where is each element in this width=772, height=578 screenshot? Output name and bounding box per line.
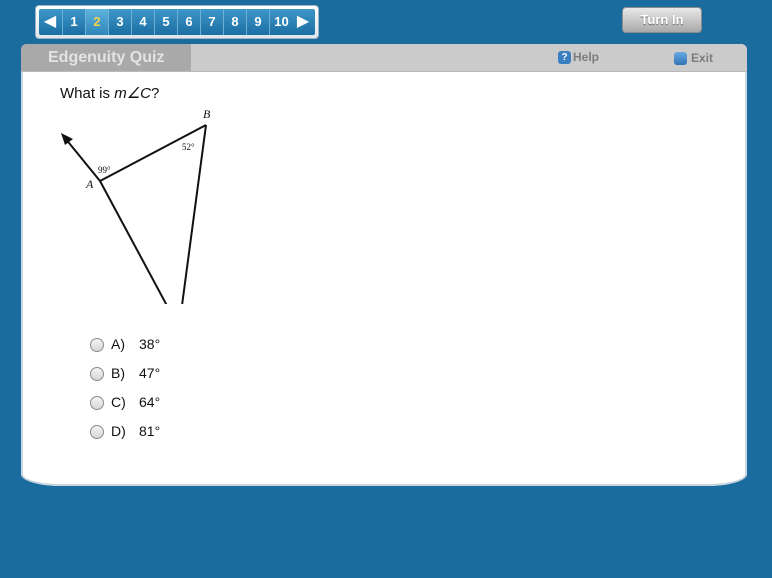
label-b: B bbox=[203, 107, 211, 121]
exit-icon bbox=[674, 52, 687, 66]
next-page-arrow-icon[interactable]: ▶ bbox=[292, 9, 314, 35]
page-5[interactable]: 5 bbox=[154, 9, 177, 35]
page-2[interactable]: 2 bbox=[85, 9, 108, 35]
page-8[interactable]: 8 bbox=[223, 9, 246, 35]
turn-in-button[interactable]: Turn In bbox=[622, 7, 702, 33]
question-prefix: What is bbox=[60, 85, 115, 102]
page-6[interactable]: 6 bbox=[177, 9, 200, 35]
page-9[interactable]: 9 bbox=[246, 9, 269, 35]
quiz-header: Edgenuity Quiz ? Help Exit bbox=[21, 44, 747, 72]
angle-a-label: 99° bbox=[98, 165, 111, 175]
quiz-title: Edgenuity Quiz bbox=[48, 49, 165, 66]
radio-d[interactable] bbox=[90, 425, 104, 439]
help-button[interactable]: ? Help bbox=[558, 50, 599, 66]
question-mark-icon: ? bbox=[558, 51, 571, 65]
ray-from-a bbox=[64, 137, 101, 182]
side-ac bbox=[99, 180, 168, 304]
radio-a[interactable] bbox=[90, 338, 104, 352]
question-measure: m∠C bbox=[114, 85, 151, 102]
help-label: Help bbox=[573, 50, 600, 64]
choice-a-value: 38° bbox=[139, 336, 161, 352]
choice-a-letter: A) bbox=[111, 336, 125, 352]
page-10[interactable]: 10 bbox=[269, 9, 293, 35]
page-7[interactable]: 7 bbox=[200, 9, 223, 35]
quiz-card: Edgenuity Quiz ? Help Exit What is m∠C? A… bbox=[21, 44, 747, 486]
page-3[interactable]: 3 bbox=[108, 9, 131, 35]
angle-b-label: 52° bbox=[182, 142, 195, 152]
page-1[interactable]: 1 bbox=[62, 9, 85, 35]
choice-d-letter: D) bbox=[111, 423, 126, 439]
choice-d-value: 81° bbox=[139, 423, 161, 439]
choice-c-letter: C) bbox=[111, 394, 126, 410]
exit-button[interactable]: Exit bbox=[674, 51, 713, 67]
radio-b[interactable] bbox=[90, 367, 104, 381]
ray-arrowhead-icon bbox=[61, 133, 73, 145]
prev-page-arrow-icon[interactable]: ◀ bbox=[39, 9, 61, 35]
question-suffix: ? bbox=[150, 85, 160, 102]
page-4[interactable]: 4 bbox=[131, 9, 154, 35]
side-ab bbox=[99, 124, 207, 182]
header-title-box: Edgenuity Quiz bbox=[21, 44, 191, 71]
radio-c[interactable] bbox=[90, 396, 104, 410]
triangle-figure: A B C 99° 52° bbox=[61, 107, 211, 304]
choice-b-value: 47° bbox=[139, 365, 161, 381]
question-pager: ◀ 1 2 3 4 5 6 7 8 9 10 ▶ bbox=[35, 5, 319, 39]
question-text: What is m∠C? bbox=[60, 84, 159, 102]
choice-b-letter: B) bbox=[111, 365, 125, 381]
choice-c-value: 64° bbox=[139, 394, 161, 410]
exit-label: Exit bbox=[691, 51, 714, 65]
label-a: A bbox=[85, 177, 94, 191]
